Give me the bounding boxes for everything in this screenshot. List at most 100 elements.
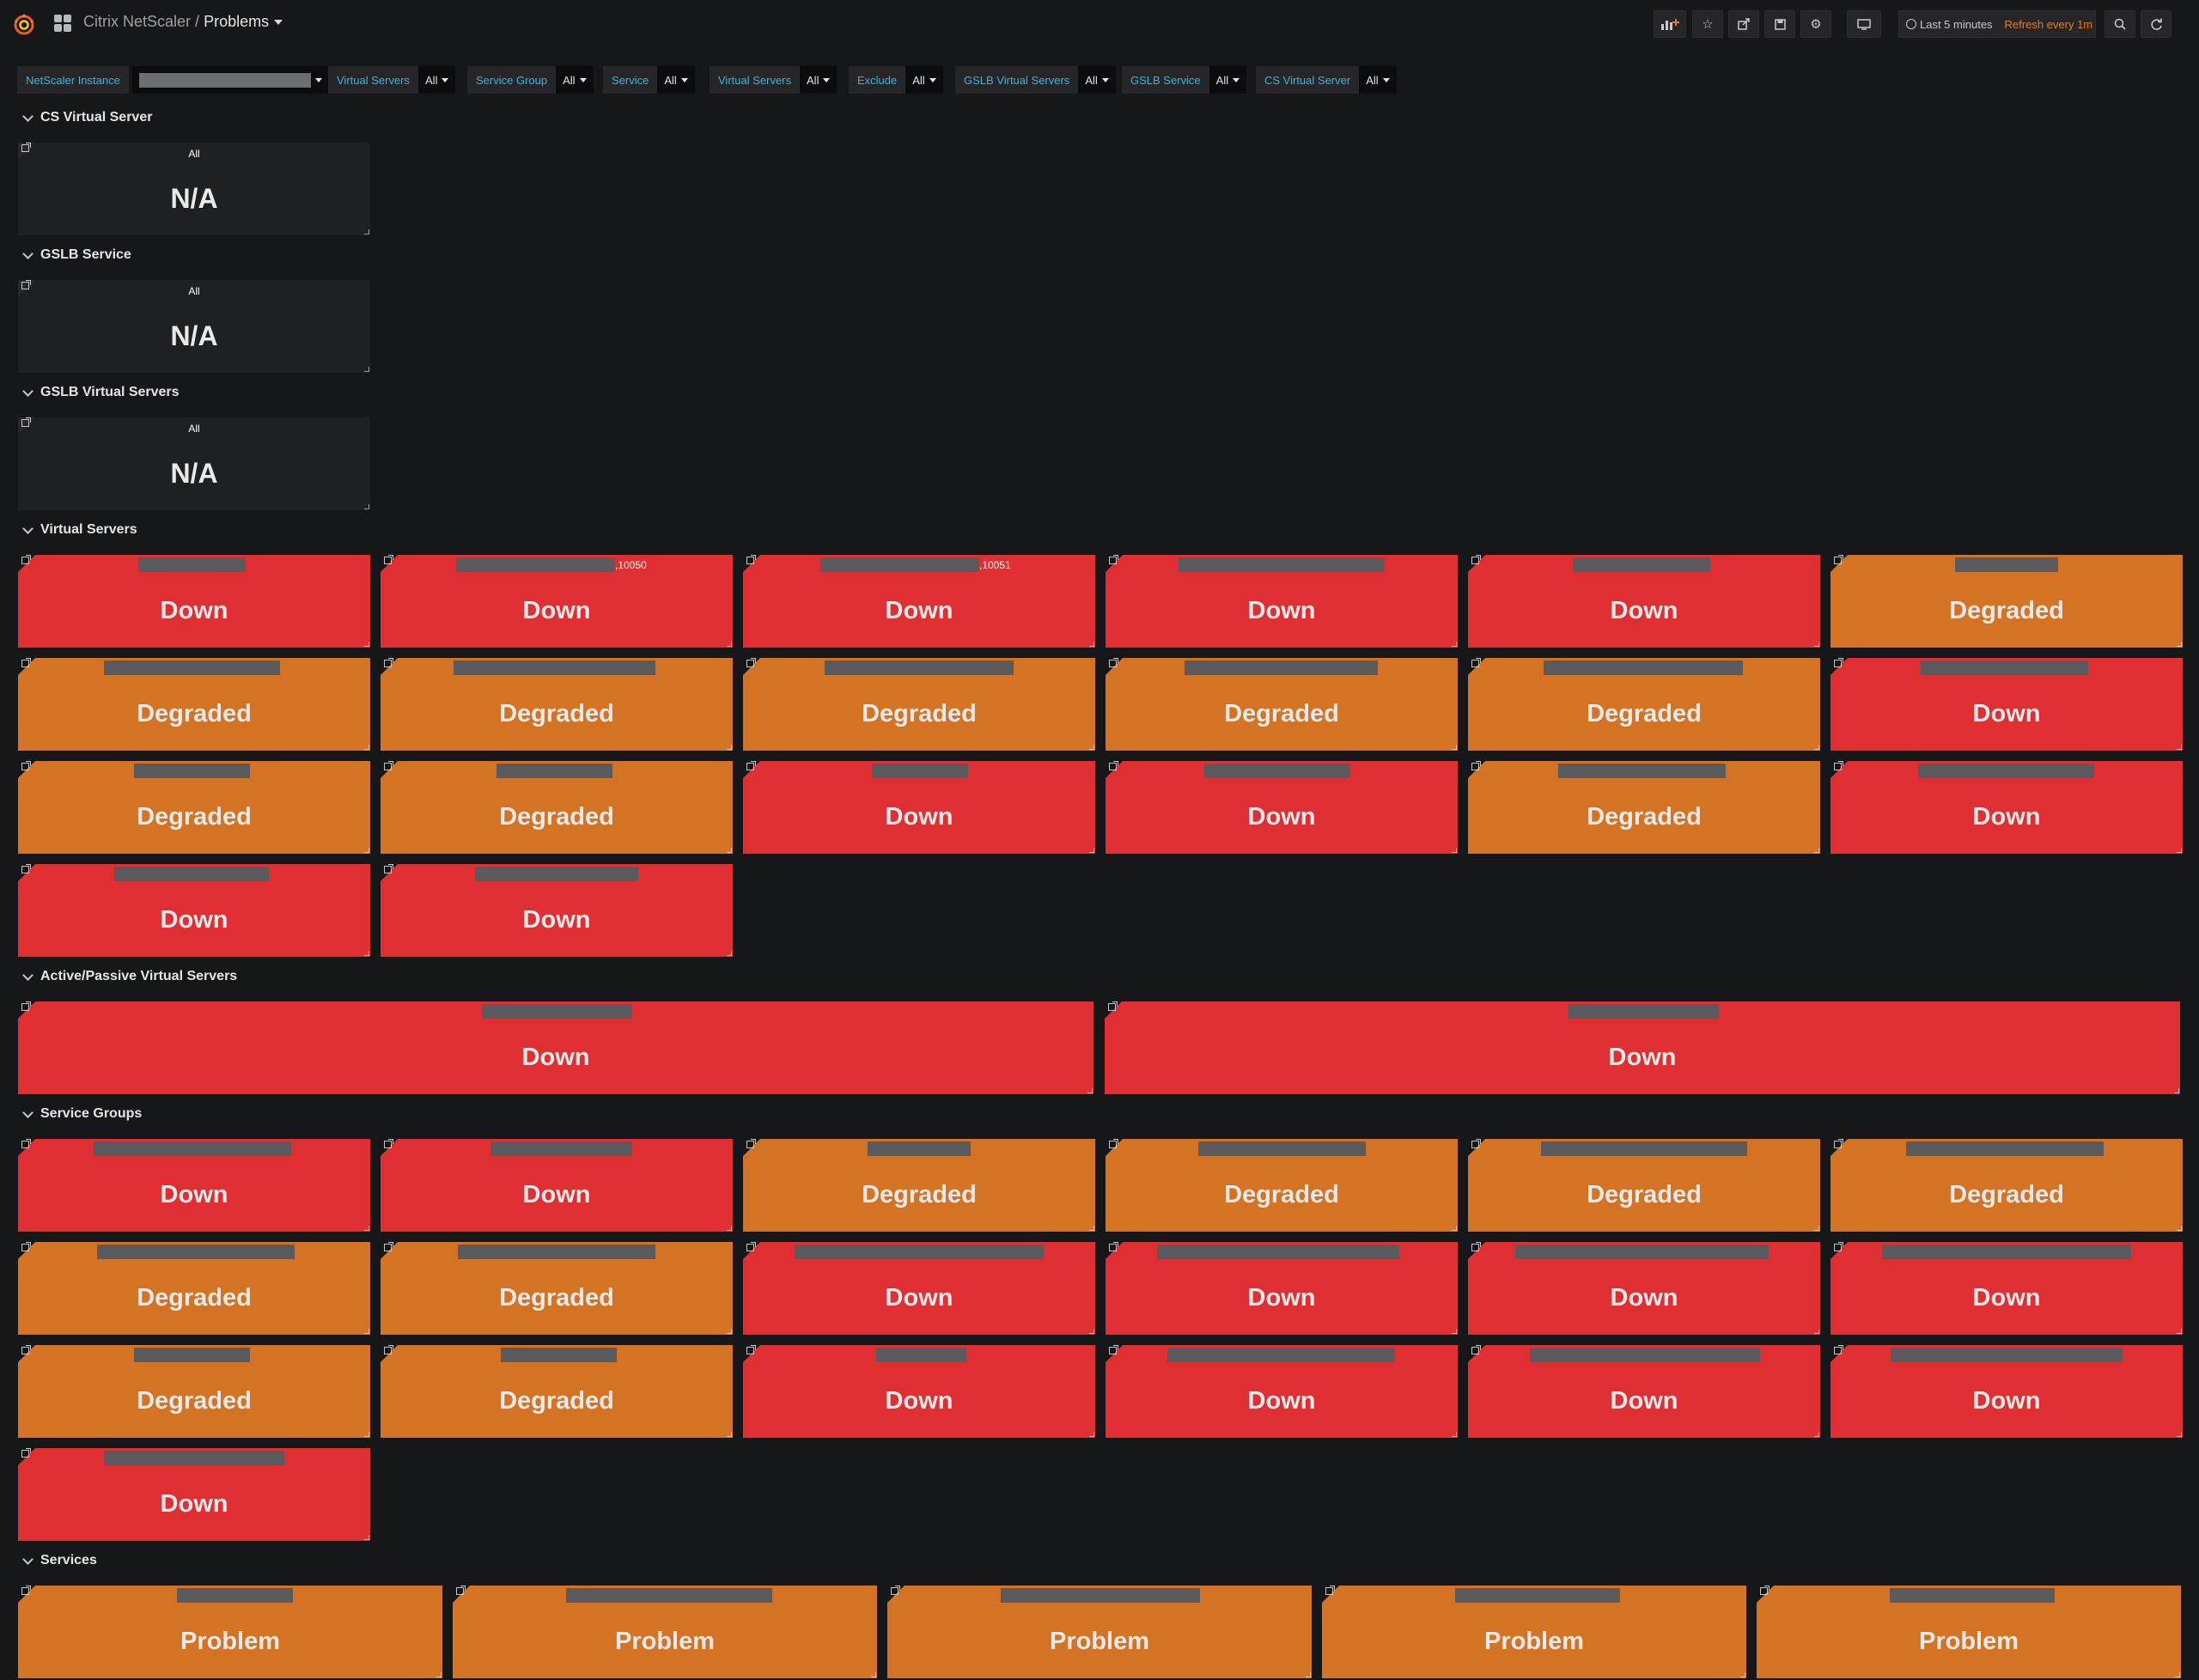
row-header-service-groups[interactable]: Service Groups — [22, 1106, 142, 1122]
row-header-gslb-virtual-servers[interactable]: GSLB Virtual Servers — [22, 385, 180, 400]
row-header-cs-virtual-server[interactable]: CS Virtual Server — [22, 110, 152, 125]
resize-handle[interactable] — [364, 848, 369, 853]
singlestat-panel-sg[interactable]: Degraded — [1106, 1139, 1458, 1232]
singlestat-panel-vs[interactable]: Down — [18, 864, 370, 957]
resize-handle[interactable] — [1452, 745, 1457, 750]
singlestat-panel-sg[interactable]: Degraded — [1468, 1139, 1820, 1232]
singlestat-panel-vs[interactable]: Degraded — [1106, 658, 1458, 751]
resize-handle[interactable] — [1087, 1088, 1093, 1093]
resize-handle[interactable] — [727, 642, 732, 647]
resize-handle[interactable] — [1089, 1329, 1094, 1334]
resize-handle[interactable] — [2177, 1226, 2182, 1231]
settings-button[interactable]: ⚙ — [1800, 10, 1831, 38]
var-value-dropdown[interactable]: All — [905, 66, 943, 94]
singlestat-panel-vs[interactable]: Down — [1830, 658, 2183, 751]
resize-handle[interactable] — [364, 1226, 369, 1231]
resize-handle[interactable] — [1089, 1226, 1094, 1231]
chevron-down-icon[interactable] — [274, 20, 283, 26]
singlestat-panel-vs[interactable]: Degraded — [18, 658, 370, 751]
var-value-dropdown[interactable] — [131, 66, 329, 94]
var-value-dropdown[interactable]: All — [800, 66, 838, 94]
resize-handle[interactable] — [1089, 848, 1094, 853]
resize-handle[interactable] — [727, 745, 732, 750]
singlestat-panel-vs[interactable]: Down — [1830, 761, 2183, 854]
resize-handle[interactable] — [1089, 745, 1094, 750]
singlestat-panel-cs[interactable]: All N/A — [18, 143, 370, 235]
resize-handle[interactable] — [2175, 1672, 2180, 1677]
var-virtual-servers[interactable]: Virtual Servers All — [328, 66, 456, 94]
singlestat-panel-vs[interactable]: Down — [18, 555, 370, 648]
singlestat-panel-sg[interactable]: Degraded — [743, 1139, 1095, 1232]
singlestat-panel-ap[interactable]: Down — [18, 1001, 1093, 1094]
singlestat-panel-gslb-service[interactable]: All N/A — [18, 280, 370, 373]
resize-handle[interactable] — [364, 642, 369, 647]
resize-handle[interactable] — [364, 229, 369, 234]
var-gslb-virtual-servers[interactable]: GSLB Virtual Servers All — [955, 66, 1116, 94]
resize-handle[interactable] — [1452, 1226, 1457, 1231]
row-header-services[interactable]: Services — [22, 1553, 97, 1568]
resize-handle[interactable] — [1452, 642, 1457, 647]
var-service-group[interactable]: Service Group All — [467, 66, 594, 94]
resize-handle[interactable] — [1814, 1226, 1819, 1231]
singlestat-panel-sg[interactable]: Down — [1468, 1242, 1820, 1335]
var-value-dropdown[interactable]: All — [1078, 66, 1116, 94]
singlestat-panel-sg[interactable]: Down — [18, 1139, 370, 1232]
resize-handle[interactable] — [1452, 848, 1457, 853]
resize-handle[interactable] — [1452, 1432, 1457, 1437]
tv-mode-button[interactable] — [1847, 10, 1881, 38]
resize-handle[interactable] — [727, 1226, 732, 1231]
singlestat-panel-vs[interactable]: Degraded — [381, 761, 733, 854]
singlestat-panel-vs[interactable]: Down — [1468, 555, 1820, 648]
resize-handle[interactable] — [1306, 1672, 1311, 1677]
singlestat-panel-sg[interactable]: Down — [1106, 1242, 1458, 1335]
singlestat-panel-sg[interactable]: Down — [1830, 1242, 2183, 1335]
resize-handle[interactable] — [2177, 745, 2182, 750]
var-value-dropdown[interactable]: All — [556, 66, 594, 94]
resize-handle[interactable] — [2177, 1432, 2182, 1437]
singlestat-panel-vs[interactable]: Degraded — [743, 658, 1095, 751]
singlestat-panel-vs[interactable]: Down — [381, 864, 733, 957]
singlestat-panel-sg[interactable]: Degraded — [381, 1242, 733, 1335]
resize-handle[interactable] — [1814, 745, 1819, 750]
resize-handle[interactable] — [364, 504, 369, 509]
row-header-active-passive-virtual-servers[interactable]: Active/Passive Virtual Servers — [22, 969, 237, 984]
singlestat-panel-svc[interactable]: Problem — [453, 1586, 877, 1678]
var-value-dropdown[interactable]: All — [1359, 66, 1397, 94]
dashboards-grid-icon[interactable] — [54, 15, 71, 32]
singlestat-panel-sg[interactable]: Degraded — [1830, 1139, 2183, 1232]
singlestat-panel-svc[interactable]: Problem — [1757, 1586, 2181, 1678]
singlestat-panel-vs[interactable]: Degraded — [381, 658, 733, 751]
row-header-virtual-servers[interactable]: Virtual Servers — [22, 522, 137, 538]
singlestat-panel-vs[interactable]: Degraded — [1468, 761, 1820, 854]
singlestat-panel-vs[interactable]: ,10050 Down — [381, 555, 733, 648]
resize-handle[interactable] — [727, 848, 732, 853]
var-cs-virtual-server[interactable]: CS Virtual Server All — [1256, 66, 1397, 94]
breadcrumb-dashboard[interactable]: Problems — [204, 13, 269, 30]
singlestat-panel-sg[interactable]: Down — [381, 1139, 733, 1232]
resize-handle[interactable] — [2177, 642, 2182, 647]
resize-handle[interactable] — [1814, 848, 1819, 853]
resize-handle[interactable] — [1814, 642, 1819, 647]
singlestat-panel-gslb-vs[interactable]: All N/A — [18, 417, 370, 510]
singlestat-panel-svc[interactable]: Problem — [887, 1586, 1312, 1678]
resize-handle[interactable] — [727, 951, 732, 956]
resize-handle[interactable] — [1089, 642, 1094, 647]
singlestat-panel-sg[interactable]: Degraded — [18, 1345, 370, 1438]
singlestat-panel-sg[interactable]: Down — [1106, 1345, 1458, 1438]
singlestat-panel-svc[interactable]: Problem — [1322, 1586, 1746, 1678]
var-netscaler-instance[interactable]: NetScaler Instance — [17, 66, 329, 94]
resize-handle[interactable] — [364, 745, 369, 750]
singlestat-panel-sg[interactable]: Down — [743, 1345, 1095, 1438]
add-panel-button[interactable] — [1654, 10, 1686, 38]
resize-handle[interactable] — [436, 1672, 442, 1677]
singlestat-panel-sg[interactable]: Down — [1468, 1345, 1820, 1438]
var-gslb-service[interactable]: GSLB Service All — [1122, 66, 1247, 94]
resize-handle[interactable] — [1089, 1432, 1094, 1437]
resize-handle[interactable] — [2177, 848, 2182, 853]
save-button[interactable] — [1764, 10, 1795, 38]
breadcrumb[interactable]: Citrix NetScaler / Problems — [83, 13, 283, 31]
share-button[interactable] — [1728, 10, 1759, 38]
singlestat-panel-sg[interactable]: Degraded — [381, 1345, 733, 1438]
singlestat-panel-svc[interactable]: Problem — [18, 1586, 442, 1678]
resize-handle[interactable] — [2177, 1329, 2182, 1334]
